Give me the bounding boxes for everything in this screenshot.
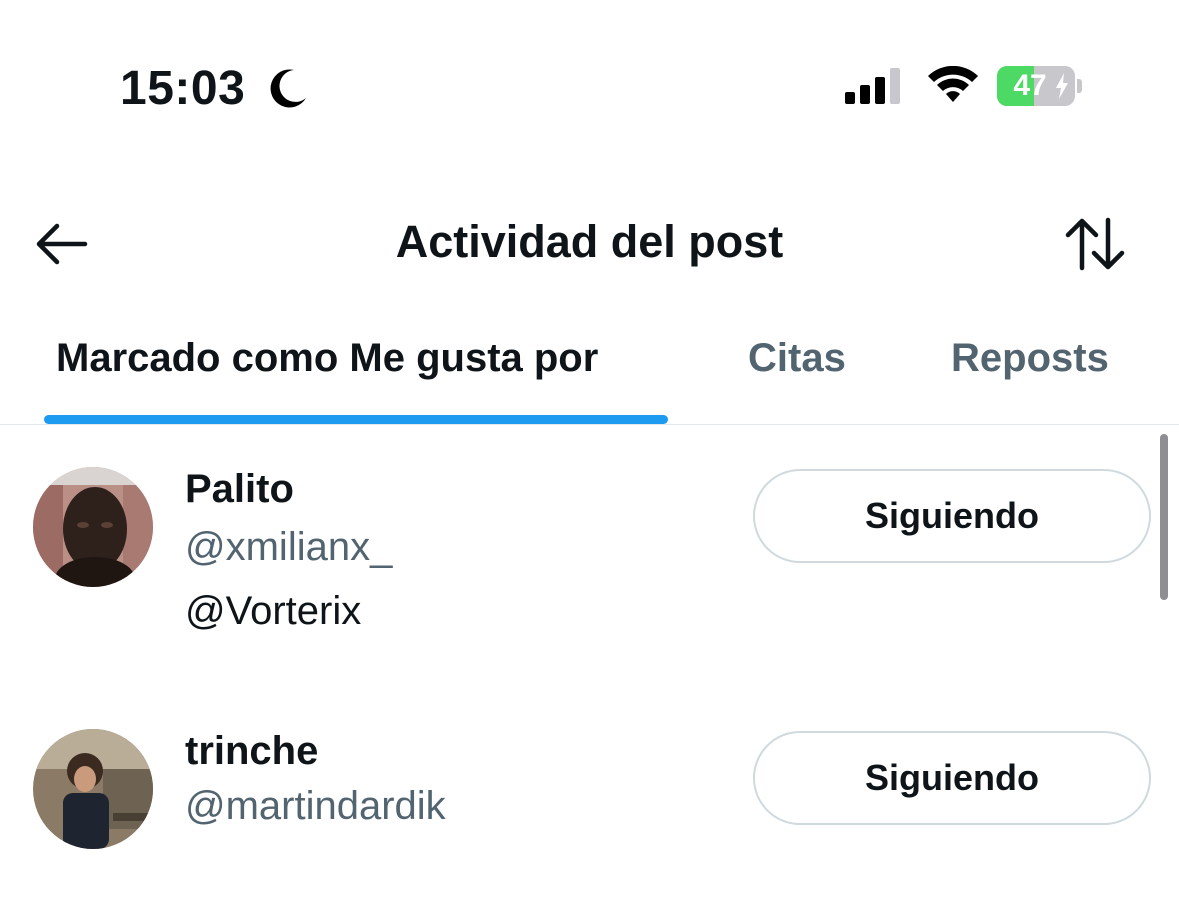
cellular-signal-icon	[845, 68, 900, 104]
tab-divider	[0, 424, 1179, 425]
user-handle[interactable]: @martindardik	[185, 781, 446, 831]
user-bio: @Vorterix	[185, 589, 362, 633]
sort-button[interactable]	[1058, 212, 1132, 276]
avatar[interactable]	[33, 729, 153, 849]
page-title: Actividad del post	[395, 216, 784, 267]
battery-cap	[1077, 79, 1082, 93]
user-display-name[interactable]: Palito	[185, 464, 294, 514]
avatar-photo	[33, 467, 153, 587]
following-button[interactable]: Siguiendo	[753, 731, 1151, 825]
moon-icon	[270, 69, 306, 108]
battery-level: 47	[1013, 69, 1047, 102]
avatar-photo	[33, 729, 153, 849]
battery-indicator: 47	[997, 66, 1075, 106]
active-tab-indicator	[44, 415, 668, 424]
wifi-icon	[928, 66, 978, 102]
charging-bolt-icon	[1056, 73, 1068, 99]
sort-arrows-icon	[1065, 217, 1125, 271]
scrollbar[interactable]	[1160, 434, 1168, 600]
avatar[interactable]	[33, 467, 153, 587]
status-time: 15:03	[120, 62, 246, 115]
tab-reposts[interactable]: Reposts	[951, 332, 1109, 384]
following-button[interactable]: Siguiendo	[753, 469, 1151, 563]
user-handle[interactable]: @xmilianx_	[185, 522, 392, 572]
tab-liked-by[interactable]: Marcado como Me gusta por	[56, 332, 598, 384]
user-display-name[interactable]: trinche	[185, 726, 318, 776]
tab-quotes[interactable]: Citas	[748, 332, 846, 384]
